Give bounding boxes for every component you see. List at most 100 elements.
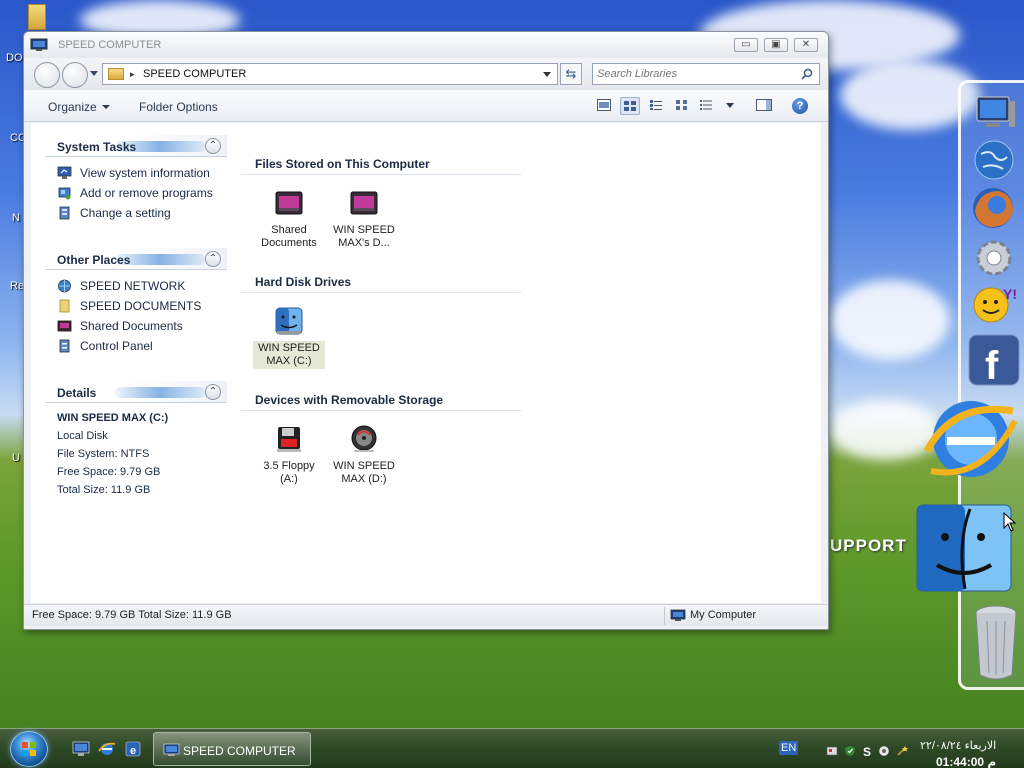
minimize-button[interactable]: ▭ bbox=[734, 38, 758, 52]
search-input[interactable] bbox=[597, 66, 793, 82]
taskbar-button-speed-computer[interactable]: SPEED COMPUTER bbox=[153, 732, 311, 766]
control-panel-icon bbox=[59, 339, 70, 353]
details-free-space: Free Space: 9.79 GB bbox=[57, 466, 161, 478]
finder-drive-icon bbox=[275, 307, 303, 335]
organize-menu[interactable]: Organize bbox=[48, 100, 110, 114]
large-icons-view-icon[interactable] bbox=[620, 97, 640, 115]
tray-volume-icon[interactable] bbox=[878, 745, 890, 757]
clock-date[interactable]: الاربعاء ٢٢/٠٨/٢٤ bbox=[920, 739, 996, 752]
item-floppy-a[interactable]: 3.5 Floppy (A:) bbox=[253, 423, 325, 487]
chevron-down-icon[interactable] bbox=[720, 97, 740, 115]
item-label: WIN SPEED MAX (C:) bbox=[253, 341, 325, 369]
navigation-pane-icon[interactable] bbox=[754, 97, 774, 115]
other-places-panel: Other Places ⌃ SPEED NETWORK SPEED DOCUM… bbox=[45, 248, 227, 356]
chevron-down-icon bbox=[101, 105, 110, 109]
organize-label: Organize bbox=[48, 100, 97, 114]
cd-drive-icon bbox=[351, 425, 377, 452]
breadcrumb-separator[interactable]: ▸ bbox=[130, 69, 135, 80]
item-user-documents[interactable]: WIN SPEED MAX's D... bbox=[328, 187, 400, 251]
computer-icon bbox=[670, 609, 686, 621]
place-label: Control Panel bbox=[80, 339, 153, 353]
show-desktop-icon[interactable] bbox=[72, 741, 90, 757]
item-shared-documents[interactable]: Shared Documents bbox=[253, 187, 325, 251]
task-label: View system information bbox=[80, 166, 210, 180]
recycle-bin-icon[interactable] bbox=[973, 603, 1019, 683]
desktop-folder-icon[interactable] bbox=[28, 4, 46, 30]
chevron-down-icon[interactable] bbox=[90, 71, 98, 76]
task-change-setting[interactable]: Change a setting bbox=[45, 203, 227, 223]
search-box[interactable] bbox=[592, 63, 820, 85]
place-speed-documents[interactable]: SPEED DOCUMENTS bbox=[45, 296, 227, 316]
chevron-down-icon[interactable] bbox=[543, 72, 551, 77]
help-icon[interactable]: ? bbox=[792, 98, 808, 114]
task-label: Change a setting bbox=[80, 206, 171, 220]
title-bar[interactable]: SPEED COMPUTER ▭ ▣ ✕ bbox=[24, 32, 828, 58]
details-name: WIN SPEED MAX (C:) bbox=[57, 412, 169, 424]
floppy-disk-icon bbox=[277, 427, 301, 452]
desktop-icon-label[interactable]: DO bbox=[6, 52, 23, 64]
facebook-icon[interactable]: f bbox=[967, 333, 1021, 387]
start-button[interactable] bbox=[10, 731, 48, 767]
task-view-system-info[interactable]: View system information bbox=[45, 163, 227, 183]
collapse-button[interactable]: ⌃ bbox=[205, 138, 221, 154]
cursor-icon bbox=[1003, 512, 1017, 532]
my-computer-icon[interactable] bbox=[971, 93, 1017, 133]
group-header-removable: Devices with Removable Storage bbox=[241, 393, 521, 411]
details-view-icon[interactable] bbox=[646, 97, 666, 115]
tiles-view-icon[interactable] bbox=[672, 97, 692, 115]
forward-button[interactable] bbox=[62, 62, 88, 88]
firefox-icon[interactable] bbox=[969, 185, 1017, 231]
computer-icon bbox=[30, 38, 48, 51]
clock-time[interactable]: 01:44:00 م bbox=[936, 755, 996, 768]
preview-pane-icon[interactable] bbox=[594, 97, 614, 115]
finder-icon[interactable] bbox=[915, 503, 1013, 593]
item-label-line: MAX (C:) bbox=[266, 355, 312, 367]
folder-options-button[interactable]: Folder Options bbox=[139, 100, 218, 114]
place-shared-documents[interactable]: Shared Documents bbox=[45, 316, 227, 336]
windows-logo-icon bbox=[22, 742, 36, 756]
close-button[interactable]: ✕ bbox=[794, 38, 818, 52]
list-view-icon[interactable] bbox=[696, 97, 716, 115]
item-drive-d[interactable]: WIN SPEED MAX (D:) bbox=[328, 423, 400, 487]
system-info-icon bbox=[57, 166, 72, 179]
task-label: Add or remove programs bbox=[80, 186, 213, 200]
place-speed-network[interactable]: SPEED NETWORK bbox=[45, 276, 227, 296]
search-icon[interactable] bbox=[801, 68, 813, 80]
maximize-button[interactable]: ▣ bbox=[764, 38, 788, 52]
desktop-icon-label[interactable]: U bbox=[12, 452, 20, 464]
refresh-button[interactable]: ⇆ bbox=[560, 63, 582, 85]
tray-app-icon[interactable]: S bbox=[862, 745, 874, 757]
language-indicator[interactable]: EN bbox=[779, 741, 799, 755]
desktop-icon-label[interactable]: N bbox=[12, 212, 20, 224]
collapse-button[interactable]: ⌃ bbox=[205, 384, 221, 400]
item-drive-c[interactable]: WIN SPEED MAX (C:) bbox=[253, 305, 325, 369]
yahoo-messenger-icon[interactable]: Y! bbox=[971, 283, 1017, 325]
tray-network-icon[interactable] bbox=[826, 745, 838, 757]
details-file-system: File System: NTFS bbox=[57, 448, 150, 460]
details-type: Local Disk bbox=[57, 430, 108, 442]
item-label: WIN SPEED MAX (D:) bbox=[328, 459, 400, 487]
collapse-button[interactable]: ⌃ bbox=[205, 251, 221, 267]
task-add-remove-programs[interactable]: Add or remove programs bbox=[45, 183, 227, 203]
back-button[interactable] bbox=[34, 62, 60, 88]
system-tasks-header[interactable]: System Tasks ⌃ bbox=[45, 135, 227, 157]
details-header[interactable]: Details ⌃ bbox=[45, 381, 227, 403]
internet-explorer-icon[interactable] bbox=[923, 391, 1019, 487]
cloud bbox=[830, 280, 950, 360]
taskbar: e SPEED COMPUTER EN S الاربعاء ٢٢/٠٨/٢٤ … bbox=[0, 728, 1024, 768]
outlook-express-icon[interactable]: e bbox=[124, 741, 142, 757]
panel-title: Other Places bbox=[57, 253, 131, 267]
internet-explorer-quick-icon[interactable] bbox=[98, 741, 116, 757]
desktop-icon-label[interactable]: Re bbox=[10, 280, 24, 292]
other-places-header[interactable]: Other Places ⌃ bbox=[45, 248, 227, 270]
tray-wand-icon[interactable] bbox=[896, 745, 908, 757]
item-label-line: (A:) bbox=[280, 473, 298, 485]
address-bar[interactable]: ▸ SPEED COMPUTER bbox=[102, 63, 558, 85]
place-control-panel[interactable]: Control Panel bbox=[45, 336, 227, 356]
globe-icon[interactable] bbox=[973, 139, 1015, 181]
group-header-files: Files Stored on This Computer bbox=[241, 157, 521, 175]
breadcrumb[interactable]: SPEED COMPUTER bbox=[143, 68, 246, 80]
folder-icon bbox=[108, 68, 124, 80]
tray-security-icon[interactable] bbox=[844, 745, 856, 757]
settings-gear-icon[interactable] bbox=[973, 237, 1015, 279]
